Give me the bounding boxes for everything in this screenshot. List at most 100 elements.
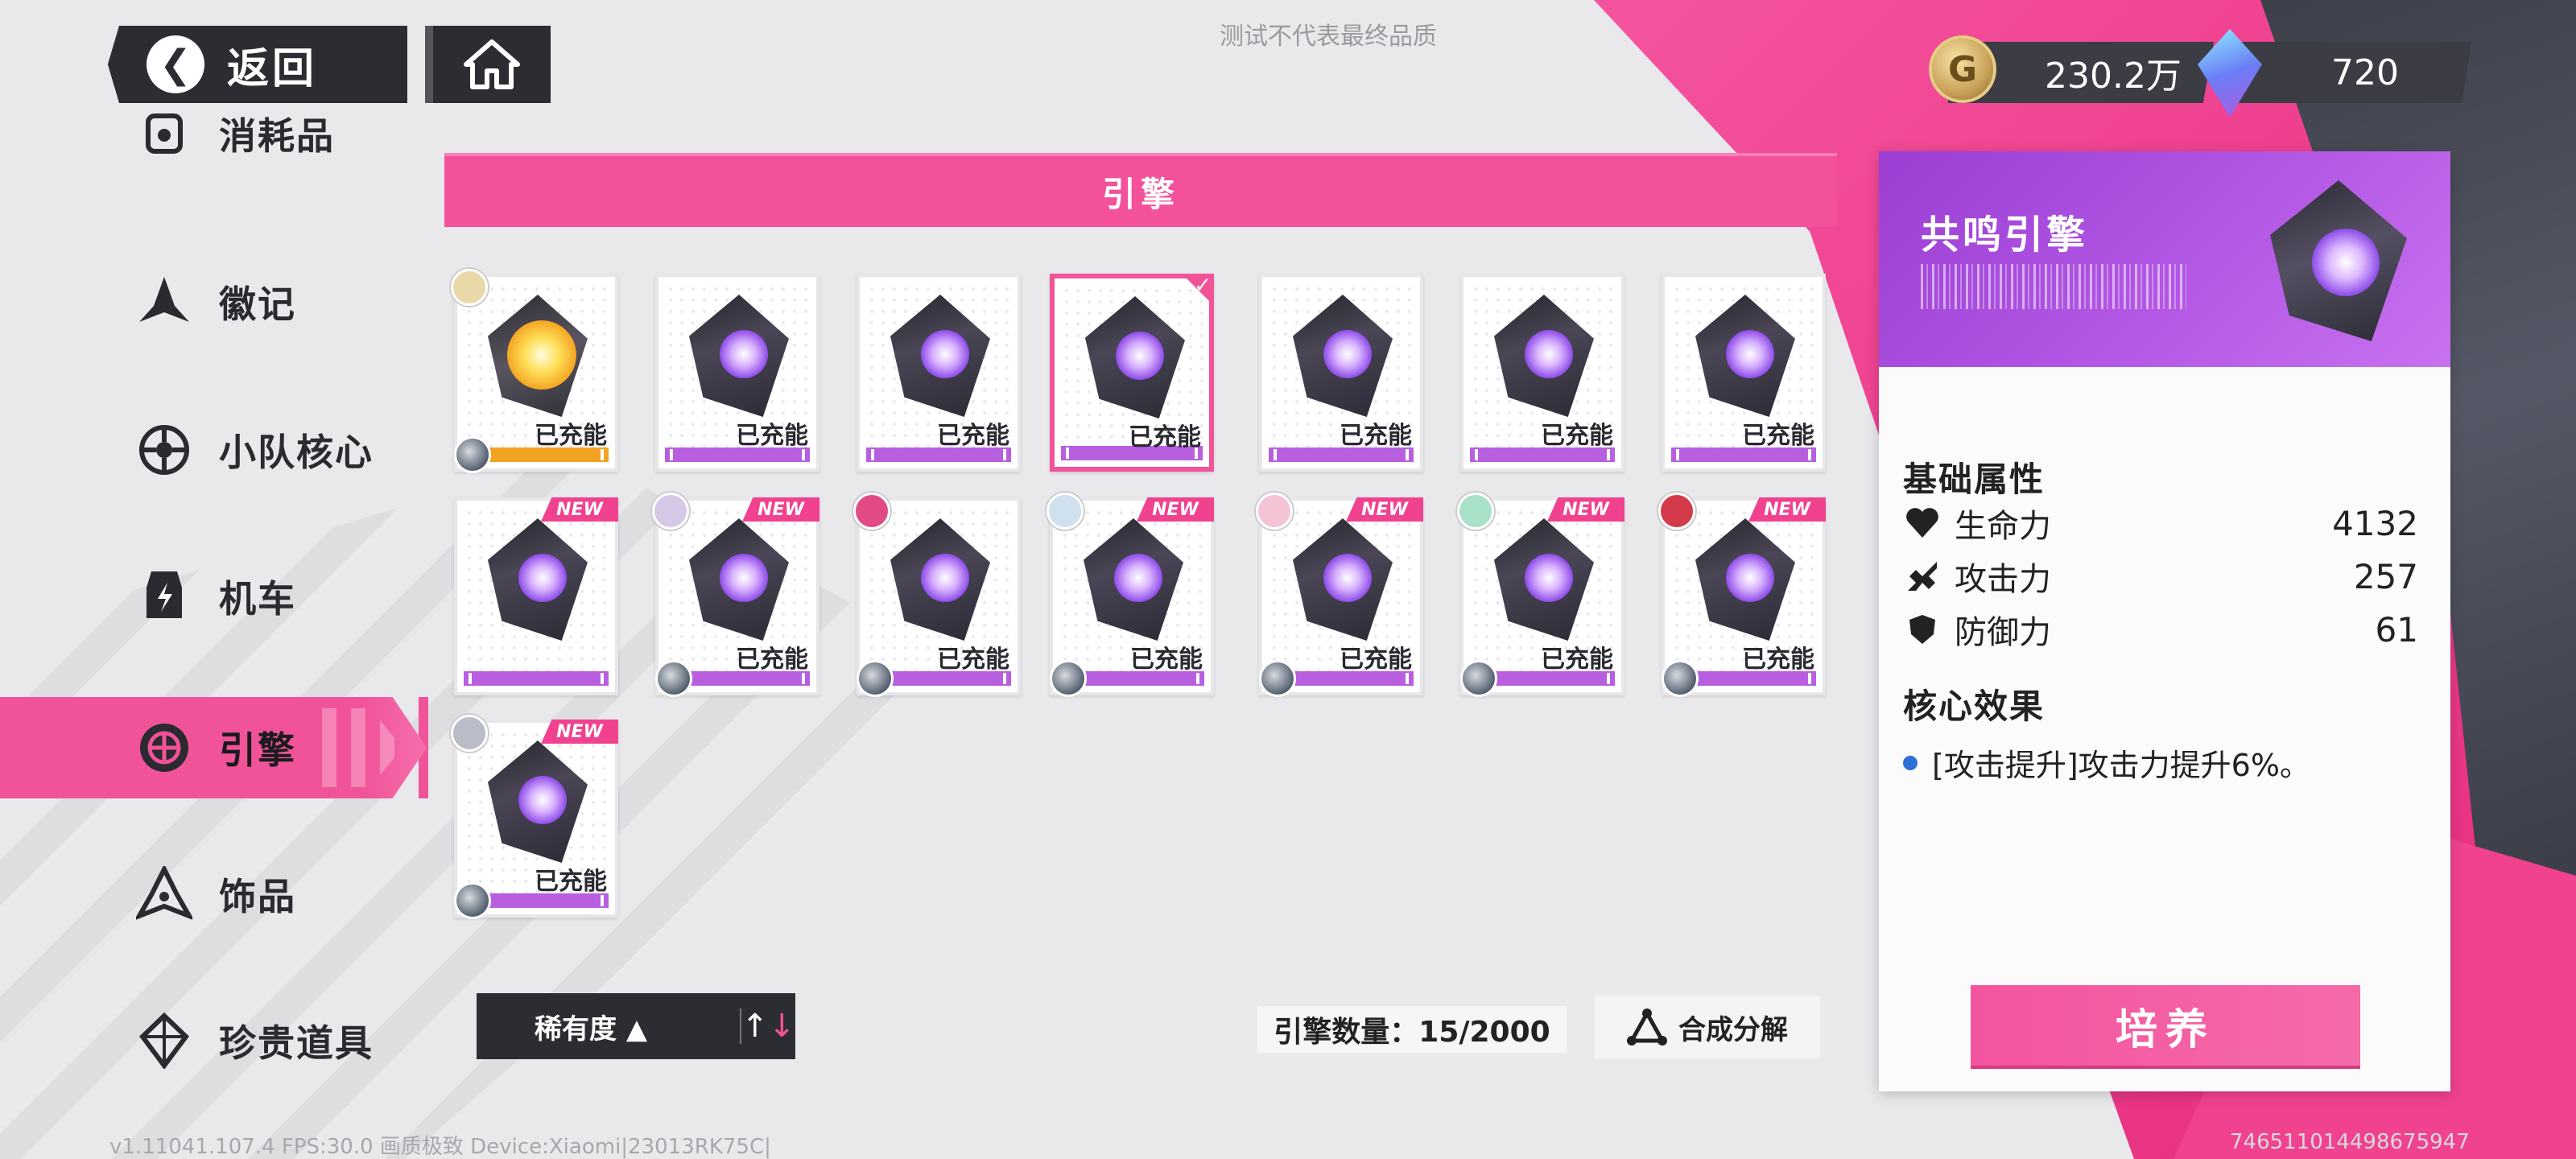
character-avatar: [1046, 493, 1084, 530]
gold-amount: 230.2万: [2045, 56, 2182, 97]
heart-icon: [1903, 504, 1942, 542]
stat-name: 攻击力: [1955, 561, 2051, 598]
stat-name: 生命力: [1955, 508, 2051, 545]
engine-card[interactable]: 已充能 ✓: [1050, 274, 1214, 472]
engine-crystal-core: [1525, 554, 1573, 602]
combine-icon: [1627, 1008, 1667, 1046]
engine-card[interactable]: 已充能: [1662, 274, 1826, 472]
engine-card[interactable]: 已充能: [1460, 274, 1624, 472]
sidebar-item-emblem[interactable]: 徽记: [0, 251, 427, 353]
engine-crystal-core: [507, 320, 576, 390]
character-avatar: [1256, 493, 1293, 530]
detail-header: 共鸣引擎: [1879, 151, 2450, 367]
charged-label: 已充能: [1742, 645, 1814, 674]
new-badge: NEW: [742, 497, 819, 522]
back-button-label: 返回: [227, 44, 318, 93]
stat-name: 防御力: [1955, 614, 2051, 651]
charged-label: 已充能: [1129, 423, 1201, 452]
engine-card[interactable]: 已充能: [853, 493, 1021, 697]
engine-card[interactable]: 已充能 NEW: [1046, 493, 1214, 697]
home-icon: [464, 39, 520, 89]
sidebar-item-label: 珍贵道具: [219, 1021, 374, 1065]
engine-card[interactable]: 已充能: [1259, 274, 1423, 472]
sort-control: 稀有度 ▲ ↑↓: [477, 993, 795, 1059]
engine-crystal-core: [1323, 330, 1372, 378]
detail-title: 共鸣引擎: [1921, 212, 2089, 258]
engine-crystal-core: [2312, 229, 2380, 296]
charged-label: 已充能: [1541, 422, 1613, 450]
back-arrow-icon: ❮: [147, 35, 204, 93]
sidebar-item-consumable[interactable]: 消耗品: [0, 105, 427, 163]
charged-label: 已充能: [535, 422, 607, 450]
engine-card[interactable]: NEW: [454, 497, 618, 695]
sidebar-item-accessory[interactable]: 饰品: [0, 843, 427, 945]
character-avatar: [1457, 493, 1494, 530]
stat-row-defense: 防御力 61: [1903, 605, 2418, 654]
engine-card[interactable]: 已充能: [857, 274, 1021, 472]
engine-count-text: 引擎数量：15/2000: [1274, 1016, 1550, 1049]
motorcycle-icon: [135, 567, 193, 625]
engine-card[interactable]: 已充能: [451, 269, 618, 473]
category-title-bar: 引擎: [444, 153, 1837, 227]
device-id: 746511014498675947: [2230, 1130, 2470, 1154]
new-badge: NEW: [1748, 497, 1826, 522]
core-effect-row: [攻击提升]攻击力提升6%。: [1903, 740, 2418, 785]
equipped-avatar: [454, 882, 491, 919]
consumable-icon: [135, 105, 193, 163]
equipped-avatar: [1662, 660, 1699, 697]
sidebar-item-label: 小队核心: [219, 431, 374, 474]
emblem-icon: [135, 273, 193, 331]
engine-crystal-core: [720, 330, 768, 378]
stat-value: 61: [2375, 609, 2418, 650]
squad-core-icon: [135, 421, 193, 479]
gold-coin-icon: G: [1929, 35, 1996, 103]
sidebar-item-motorcycle[interactable]: 机车: [0, 546, 427, 647]
engine-crystal-core: [921, 554, 969, 602]
engine-count: 引擎数量：15/2000: [1257, 1006, 1567, 1053]
equipped-avatar: [655, 660, 692, 697]
engine-crystal-core: [1116, 332, 1164, 380]
base-attributes-title: 基础属性: [1903, 460, 2046, 499]
character-avatar: [1658, 493, 1695, 530]
charged-label: 已充能: [1130, 645, 1203, 674]
engine-card[interactable]: 已充能 NEW: [451, 715, 618, 919]
new-badge: NEW: [1547, 497, 1624, 522]
combine-decompose-button[interactable]: 合成分解: [1594, 995, 1821, 1059]
engine-crystal-core: [1726, 330, 1774, 378]
home-button[interactable]: [425, 26, 551, 103]
charged-label: 已充能: [937, 645, 1009, 674]
character-avatar: [451, 715, 488, 752]
charged-label: 已充能: [1340, 645, 1412, 674]
core-effect-title: 核心效果: [1903, 687, 2046, 726]
sort-rarity-button[interactable]: 稀有度 ▲: [535, 1007, 740, 1046]
engine-card[interactable]: 已充能 NEW: [1658, 493, 1826, 697]
sort-order-toggle[interactable]: ↑↓: [741, 1008, 795, 1045]
new-badge: NEW: [1137, 497, 1214, 522]
engine-card[interactable]: 已充能: [655, 274, 819, 472]
back-button[interactable]: ❮ 返回: [108, 26, 407, 103]
engine-card[interactable]: 已充能 NEW: [1457, 493, 1624, 697]
accessory-icon: [135, 865, 193, 923]
build-info: v1.11041.107.4 FPS:30.0 画质极致 Device:Xiao…: [109, 1135, 771, 1159]
character-avatar: [451, 269, 488, 306]
sidebar-item-precious-item[interactable]: 珍贵道具: [0, 990, 427, 1091]
combine-label: 合成分解: [1678, 1013, 1788, 1046]
engine-crystal-core: [1525, 330, 1573, 378]
gem-amount: 720: [2331, 52, 2399, 93]
engine-card[interactable]: 已充能 NEW: [652, 493, 819, 697]
engine-crystal-core: [1114, 554, 1162, 602]
charged-label: 已充能: [937, 422, 1009, 450]
gem-currency[interactable]: 720: [2238, 42, 2471, 103]
engine-card[interactable]: 已充能 NEW: [1256, 493, 1423, 697]
stat-row-hp: 生命力 4132: [1903, 499, 2418, 547]
cultivate-button[interactable]: 培养: [1971, 985, 2360, 1066]
sidebar-item-squad-core[interactable]: 小队核心: [0, 399, 427, 501]
equipped-avatar: [857, 660, 894, 697]
sidebar-item-label: 引擎: [219, 728, 296, 772]
charged-label: 已充能: [736, 645, 808, 674]
engine-crystal-core: [1726, 554, 1774, 602]
equipped-avatar: [1050, 660, 1087, 697]
new-badge: NEW: [541, 720, 618, 744]
stat-row-attack: 攻击力 257: [1903, 552, 2418, 600]
charged-label: 已充能: [736, 422, 808, 450]
